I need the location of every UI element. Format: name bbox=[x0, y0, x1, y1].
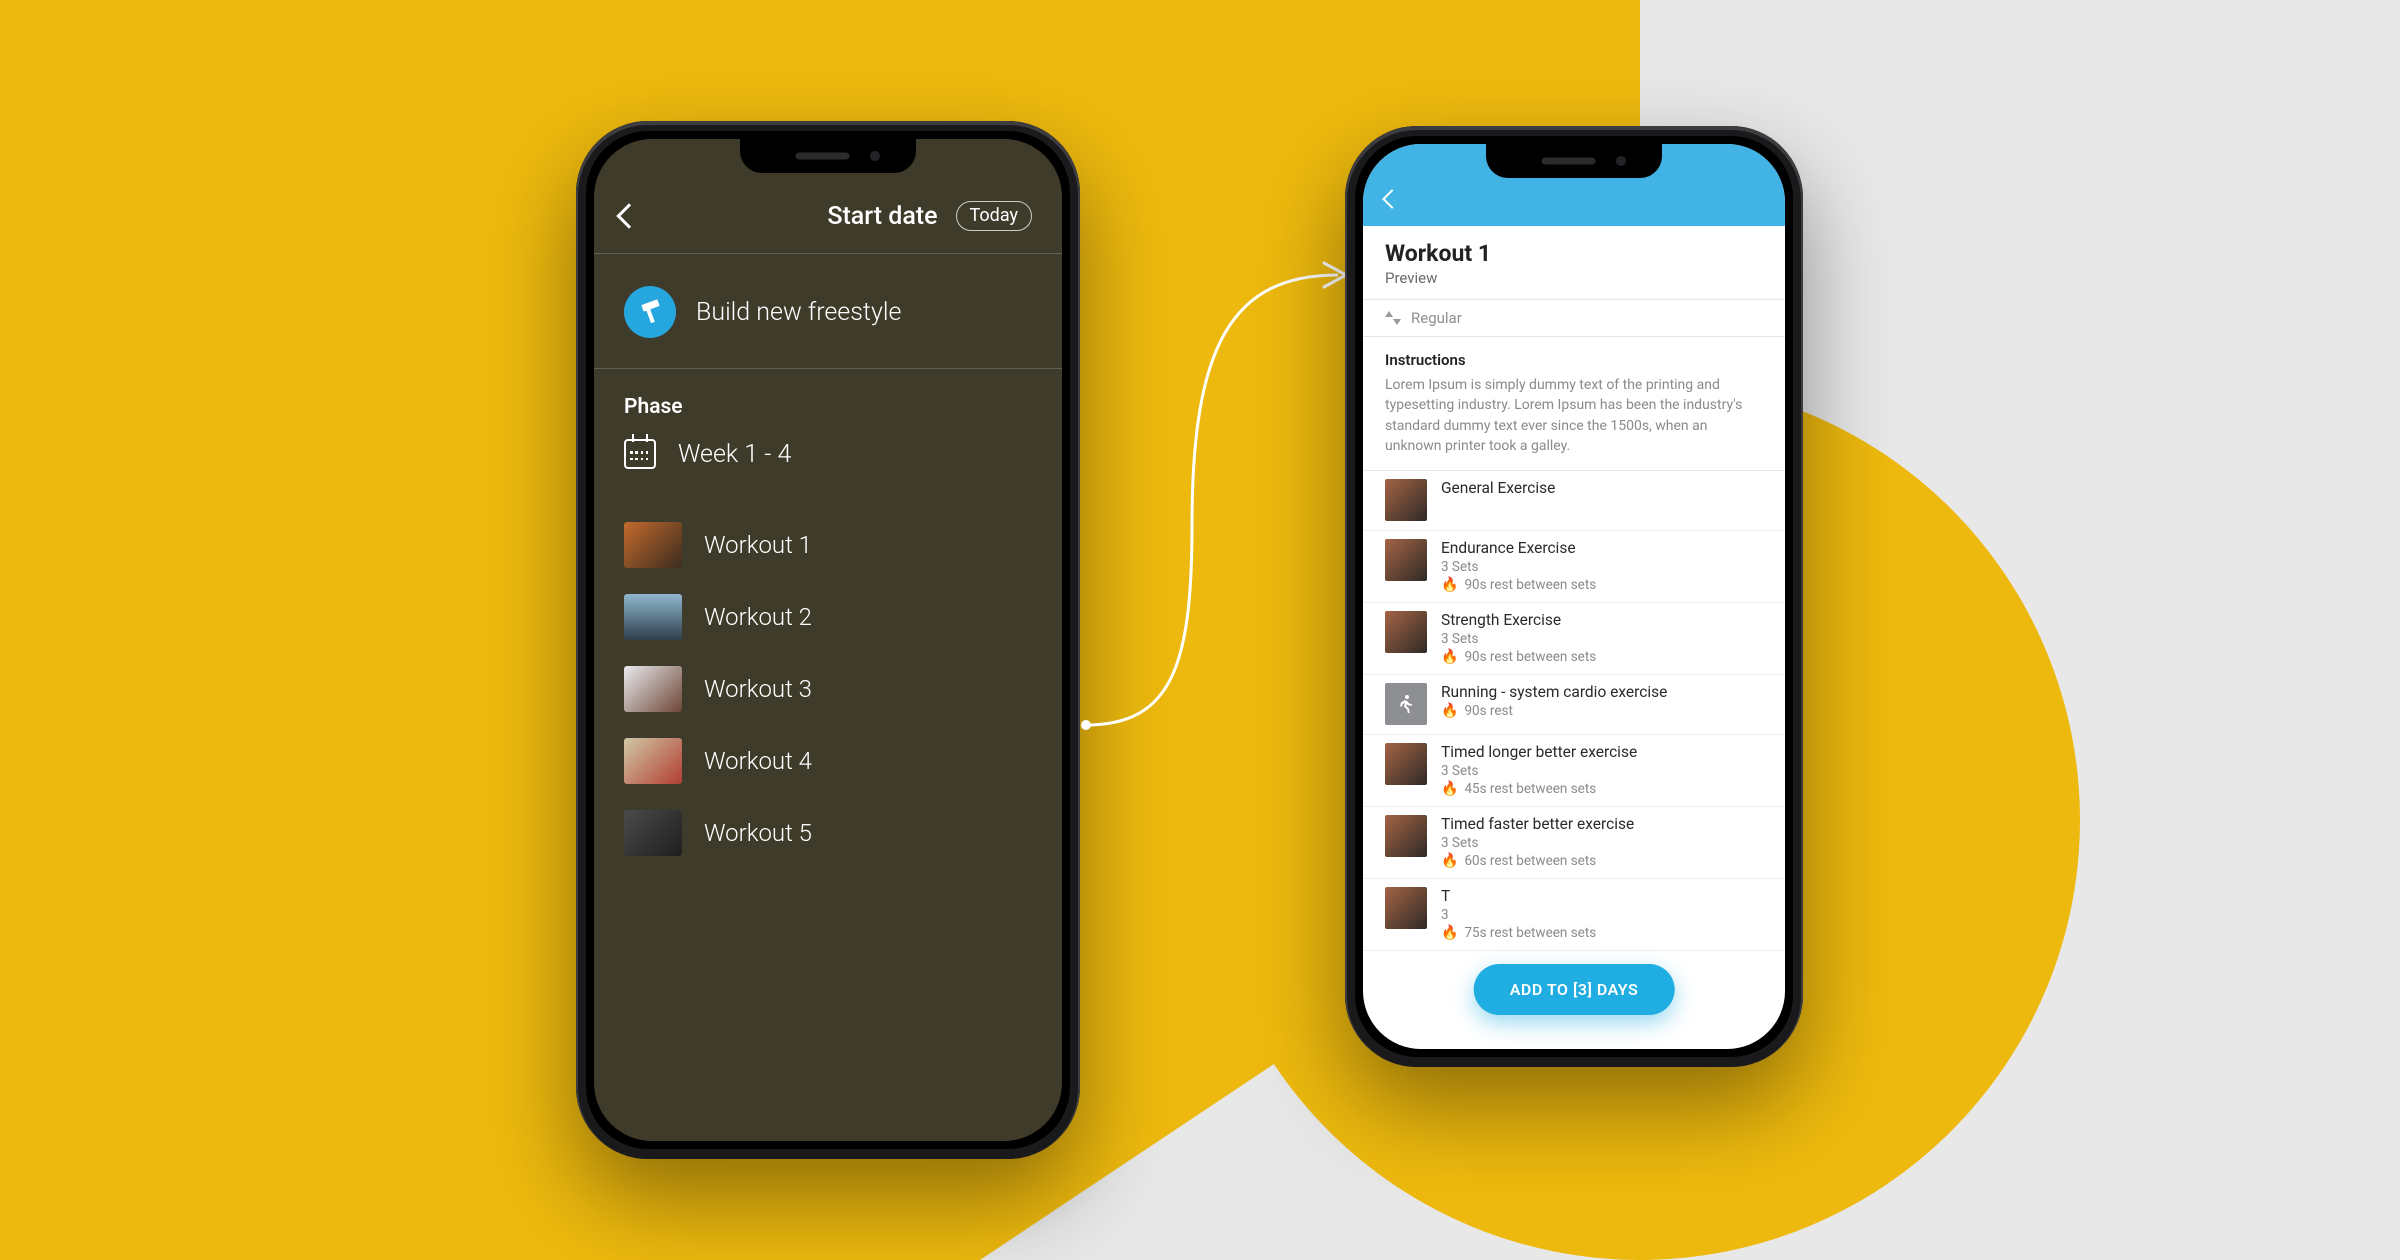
workout-row[interactable]: Workout 3 bbox=[624, 653, 1032, 725]
fire-icon: 🔥 bbox=[1441, 577, 1458, 593]
exercise-row[interactable]: Running - system cardio exercise 🔥90s re… bbox=[1363, 675, 1785, 735]
header-title: Start date bbox=[827, 202, 937, 231]
exercise-sets: 3 Sets bbox=[1441, 835, 1763, 851]
workout-row[interactable]: Workout 2 bbox=[624, 581, 1032, 653]
phase-range-label: Week 1 - 4 bbox=[678, 440, 791, 469]
workout-row[interactable]: Workout 1 bbox=[624, 509, 1032, 581]
mode-selector[interactable]: Regular bbox=[1363, 299, 1785, 337]
exercise-row[interactable]: Endurance Exercise 3 Sets 🔥90s rest betw… bbox=[1363, 531, 1785, 603]
exercise-rest: 🔥60s rest between sets bbox=[1441, 853, 1763, 869]
fire-icon: 🔥 bbox=[1441, 703, 1458, 719]
exercise-name: Running - system cardio exercise bbox=[1441, 683, 1763, 701]
phone-workout-detail: Workout 1 Preview Regular Instructions L… bbox=[1345, 126, 1803, 1067]
calendar-icon bbox=[624, 439, 656, 469]
fire-icon: 🔥 bbox=[1441, 649, 1458, 665]
build-new-freestyle-row[interactable]: Build new freestyle bbox=[594, 254, 1062, 369]
workout-title: Workout 1 bbox=[1385, 240, 1763, 267]
fire-icon: 🔥 bbox=[1441, 853, 1458, 869]
exercise-thumbnail bbox=[1385, 815, 1427, 857]
start-date-pill[interactable]: Today bbox=[956, 201, 1032, 231]
exercise-rest: 🔥75s rest between sets bbox=[1441, 925, 1763, 941]
exercise-name: T bbox=[1441, 887, 1763, 905]
workout-thumbnail bbox=[624, 810, 682, 856]
exercise-rest: 🔥90s rest between sets bbox=[1441, 649, 1763, 665]
workout-thumbnail bbox=[624, 738, 682, 784]
exercise-name: Endurance Exercise bbox=[1441, 539, 1763, 557]
exercise-thumbnail bbox=[1385, 887, 1427, 929]
back-icon[interactable] bbox=[1382, 189, 1402, 209]
exercise-list: General Exercise Endurance Exercise 3 Se… bbox=[1363, 471, 1785, 1049]
exercise-thumbnail bbox=[1385, 539, 1427, 581]
sort-icon bbox=[1385, 311, 1401, 325]
instructions-heading: Instructions bbox=[1385, 351, 1763, 369]
exercise-sets: 3 Sets bbox=[1441, 763, 1763, 779]
exercise-thumbnail bbox=[1385, 611, 1427, 653]
phase-heading: Phase bbox=[624, 395, 1032, 419]
instructions-block: Instructions Lorem Ipsum is simply dummy… bbox=[1363, 337, 1785, 471]
phone-notch bbox=[740, 139, 916, 173]
exercise-row[interactable]: General Exercise bbox=[1363, 471, 1785, 531]
exercise-thumbnail bbox=[1385, 479, 1427, 521]
exercise-rest: 🔥90s rest between sets bbox=[1441, 577, 1763, 593]
phone-notch bbox=[1486, 144, 1662, 178]
workout-subtitle: Preview bbox=[1385, 269, 1763, 287]
exercise-name: Strength Exercise bbox=[1441, 611, 1763, 629]
title-block: Workout 1 Preview bbox=[1363, 226, 1785, 299]
fire-icon: 🔥 bbox=[1441, 925, 1458, 941]
workout-thumbnail bbox=[624, 666, 682, 712]
exercise-rest: 🔥90s rest bbox=[1441, 703, 1763, 719]
phase-section: Phase Week 1 - 4 bbox=[594, 369, 1062, 505]
fire-icon: 🔥 bbox=[1441, 781, 1458, 797]
instructions-body: Lorem Ipsum is simply dummy text of the … bbox=[1385, 375, 1763, 456]
exercise-rest: 🔥45s rest between sets bbox=[1441, 781, 1763, 797]
exercise-name: Timed longer better exercise bbox=[1441, 743, 1763, 761]
workout-list: Workout 1 Workout 2 Workout 3 Workout 4 … bbox=[594, 505, 1062, 869]
exercise-sets: 3 bbox=[1441, 907, 1763, 923]
workout-label: Workout 3 bbox=[704, 675, 812, 703]
hammer-icon bbox=[638, 300, 663, 325]
exercise-sets: 3 Sets bbox=[1441, 559, 1763, 575]
workout-label: Workout 5 bbox=[704, 819, 812, 847]
background-yellow-shape bbox=[0, 0, 2400, 1260]
running-icon bbox=[1385, 683, 1427, 725]
workout-thumbnail bbox=[624, 522, 682, 568]
workout-thumbnail bbox=[624, 594, 682, 640]
workout-row[interactable]: Workout 4 bbox=[624, 725, 1032, 797]
phase-range-row[interactable]: Week 1 - 4 bbox=[624, 439, 1032, 505]
build-label: Build new freestyle bbox=[696, 298, 901, 327]
add-to-days-button[interactable]: ADD TO [3] DAYS bbox=[1474, 964, 1675, 1015]
exercise-sets: 3 Sets bbox=[1441, 631, 1763, 647]
workout-label: Workout 4 bbox=[704, 747, 812, 775]
exercise-name: Timed faster better exercise bbox=[1441, 815, 1763, 833]
workout-row[interactable]: Workout 5 bbox=[624, 797, 1032, 869]
workout-label: Workout 1 bbox=[704, 531, 812, 559]
exercise-row[interactable]: Strength Exercise 3 Sets 🔥90s rest betwe… bbox=[1363, 603, 1785, 675]
back-icon[interactable] bbox=[616, 203, 641, 228]
mode-label: Regular bbox=[1411, 309, 1462, 327]
exercise-row[interactable]: Timed longer better exercise 3 Sets 🔥45s… bbox=[1363, 735, 1785, 807]
exercise-row[interactable]: Timed faster better exercise 3 Sets 🔥60s… bbox=[1363, 807, 1785, 879]
build-icon-button[interactable] bbox=[624, 286, 676, 338]
exercise-thumbnail bbox=[1385, 743, 1427, 785]
exercise-name: General Exercise bbox=[1441, 479, 1763, 497]
exercise-row[interactable]: T 3 🔥75s rest between sets bbox=[1363, 879, 1785, 951]
phone-plan-builder: Start date Today Build new freestyle Pha… bbox=[576, 121, 1080, 1159]
workout-label: Workout 2 bbox=[704, 603, 812, 631]
